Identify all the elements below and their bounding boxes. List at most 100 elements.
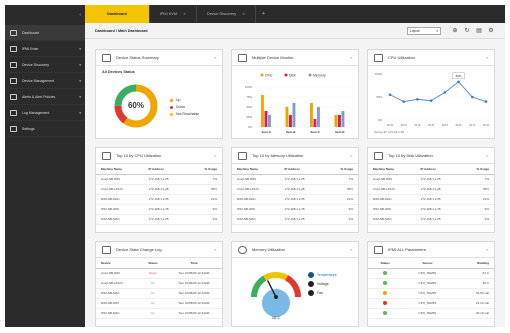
monitor-icon [10,45,17,52]
y-tick-label: 50% [376,95,382,99]
dashboard-icon [10,29,17,36]
table-cell: 7% [460,174,494,185]
table-row[interactable]: WIN-NB-WIN 172.168.1.1.25 6% [96,204,222,215]
table-row[interactable]: Amol-NB-WIN 172.168.1.1.25 7% [368,174,494,185]
refresh-icon[interactable]: ↻ [463,27,471,35]
layout-select[interactable]: Layout ▾ [407,26,441,35]
table-row[interactable]: WIN-NB-MAC 172.168.1.1.25 4% [96,214,222,225]
sidebar-item-ipmi-enter[interactable]: IPMI Enter ▾ [5,41,85,57]
panel-menu-icon[interactable]: ≡ [214,56,216,60]
table-row[interactable]: WIN-NB-MAC 172.168.1.1.25 4% [368,214,494,225]
column-header[interactable]: Time [166,258,222,269]
table-row[interactable]: CPU_TEMP1 20.10 volt [368,308,494,319]
table-row[interactable]: WIN-NB-WIN 172.168.1.1.25 6% [232,204,358,215]
close-icon[interactable]: ✕ [183,12,186,16]
table-cell: WIN-NB-MAC [368,194,416,205]
table-row[interactable]: CPU_TEMP1 61 C [368,268,494,279]
tab-ipmi-kvm[interactable]: IPMI KVM ✕ [150,5,197,23]
table-cell: 6% [188,204,222,215]
table-cell: 12% [460,194,494,205]
column-header[interactable]: IP Address [143,164,189,175]
table-row[interactable]: Amol-NB-LINUX 172.168.1.1.25 35% [368,184,494,195]
collapse-sidebar-icon[interactable]: ‹ [79,12,81,18]
table-row[interactable]: WIN-NB-MAC 172.168.1.1.25 12% [368,194,494,205]
table-row[interactable]: Amol-NB-WIN 172.168.1.1.25 7% [232,174,358,185]
tab-device-discovery[interactable]: Device Discovery ✕ [197,5,257,23]
table-row[interactable]: WIN-NB-WIN 172.168.1.1.25 6% [368,204,494,215]
column-header[interactable]: Sensor [402,258,453,269]
data-point[interactable] [470,95,474,99]
status-badge: Down [139,268,167,279]
table-cell: 15.10 volt [452,298,494,309]
pie-chart-icon [102,53,111,62]
data-point[interactable] [457,80,460,84]
add-tab-icon[interactable]: + [256,5,271,23]
sidebar-item-device-discovery[interactable]: Device Discovery ▾ [5,57,85,73]
panel-menu-icon[interactable]: ≡ [214,248,216,252]
table-row[interactable]: CPU_TEMP1 60 C [368,278,494,289]
table-row[interactable]: WIN-NB-MAC 172.168.1.1.25 12% [232,194,358,205]
sidebar-item-device-management[interactable]: Device Management ▾ [5,73,85,89]
panel-menu-icon[interactable]: ≡ [214,154,216,158]
panel-menu-icon[interactable]: ≡ [350,56,352,60]
table-cell: 6% [324,204,358,215]
data-point[interactable] [388,93,392,96]
gauge-arc [263,272,289,281]
table-row[interactable]: Amol-NB-LINUX Up Sun 10/05/06 12:44AM [96,278,222,289]
sidebar-item-dashboard[interactable]: Dashboard [5,25,85,41]
table-cell: 12% [324,194,358,205]
column-header[interactable]: Status [139,258,167,269]
column-header[interactable]: % Usage [188,164,222,175]
column-header[interactable]: Machine Name [96,164,144,175]
column-header[interactable]: Machine Name [368,164,416,175]
table-cell: 172.168.1.1.25 [143,174,189,185]
data-point[interactable] [443,91,447,94]
column-header[interactable]: % Usage [460,164,494,175]
panel-menu-icon[interactable]: ≡ [350,248,352,252]
table-cell: Sun 10/05/06 12:44AM [166,298,222,309]
column-header[interactable]: Status [368,258,403,269]
data-point[interactable] [416,98,419,101]
table-row[interactable]: Amol-NB-WIN Down Sun 10/05/06 12:44AM [96,268,222,279]
table-row[interactable]: Amol-NB-LINUX 172.168.1.1.25 35% [96,184,222,195]
table-cell: Amol-NB-WIN [232,174,280,185]
table-row[interactable]: WIN-NB-MAC Up Sun 10/05/06 12:44AM [96,308,222,319]
panel-menu-icon[interactable]: ≡ [486,154,488,158]
close-icon[interactable]: ✕ [242,12,245,16]
status-badge: Up [139,278,167,289]
data-point[interactable] [484,100,488,103]
panel-menu-icon[interactable]: ≡ [486,248,488,252]
sidebar-item-alerts-alert-policies[interactable]: Alerts & Alert Policies ▾ [5,89,85,105]
table-row[interactable]: Amol-NB-WIN 172.168.1.1.25 7% [96,174,222,185]
data-point[interactable] [429,99,433,102]
sidebar-item-settings[interactable]: Settings [5,121,85,137]
table-row[interactable]: Amol-NB-LINUX 172.168.1.1.25 35% [232,184,358,195]
sidebar-item-label: Dashboard [22,30,40,35]
data-point[interactable] [402,100,406,103]
table-row[interactable]: WIN-NB-MAC Up Sun 10/05/06 12:44AM [96,288,222,299]
y-tick-label: 75% [246,95,252,99]
column-header[interactable]: IP Address [279,164,325,175]
panel-menu-icon[interactable]: ≡ [486,56,488,60]
add-widget-icon[interactable]: ⊕ [451,27,459,35]
table-row[interactable]: WIN-NB-MAC 172.168.1.1.25 4% [232,214,358,225]
column-header[interactable]: Machine Name [232,164,280,175]
column-header[interactable]: IP Address [415,164,461,175]
column-header[interactable]: Device [96,258,140,269]
tab-dashboard[interactable]: Dashboard [85,5,150,23]
thermometer-icon [308,272,314,278]
x-tick-label: Item-B [286,130,296,134]
column-header[interactable]: Reading [452,258,494,269]
settings-icon[interactable]: ⚙ [487,27,495,35]
table-row[interactable]: CPU_TEMP1 15.10 volt [368,298,494,309]
panel-menu-icon[interactable]: ≡ [350,154,352,158]
sidebar-item-log-management[interactable]: Log Management ▾ [5,105,85,121]
column-header[interactable]: % Usage [324,164,358,175]
table-row[interactable]: WIN-NB-WIN Up Sun 10/05/06 12:44AM [96,298,222,309]
y-tick-label: 100% [375,72,383,76]
legend-label: Memory [313,74,326,78]
table-row[interactable]: CPU_TEMP1 52.54 volt [368,288,494,299]
table-cell: 4% [324,214,358,225]
table-row[interactable]: WIN-NB-MAC 172.168.1.1.25 12% [96,194,222,205]
document-icon[interactable]: ▤ [475,27,483,35]
